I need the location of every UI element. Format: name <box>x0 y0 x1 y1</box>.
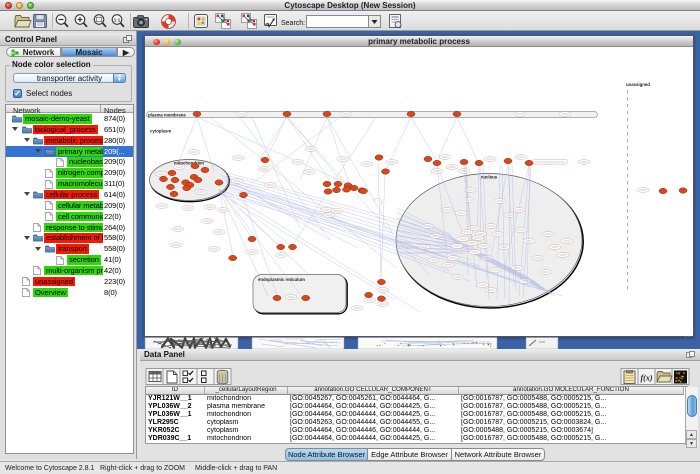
svg-text:cytoplasm: cytoplasm <box>150 129 171 134</box>
svg-text:f(x): f(x) <box>641 374 653 383</box>
svg-text:endoplasmic reticulum: endoplasmic reticulum <box>258 277 305 282</box>
svg-text:plasma membrane: plasma membrane <box>148 112 186 117</box>
svg-text:1:1: 1:1 <box>114 18 121 23</box>
svg-text:unassigned: unassigned <box>626 82 650 87</box>
svg-text:Search:: Search: <box>281 20 305 27</box>
